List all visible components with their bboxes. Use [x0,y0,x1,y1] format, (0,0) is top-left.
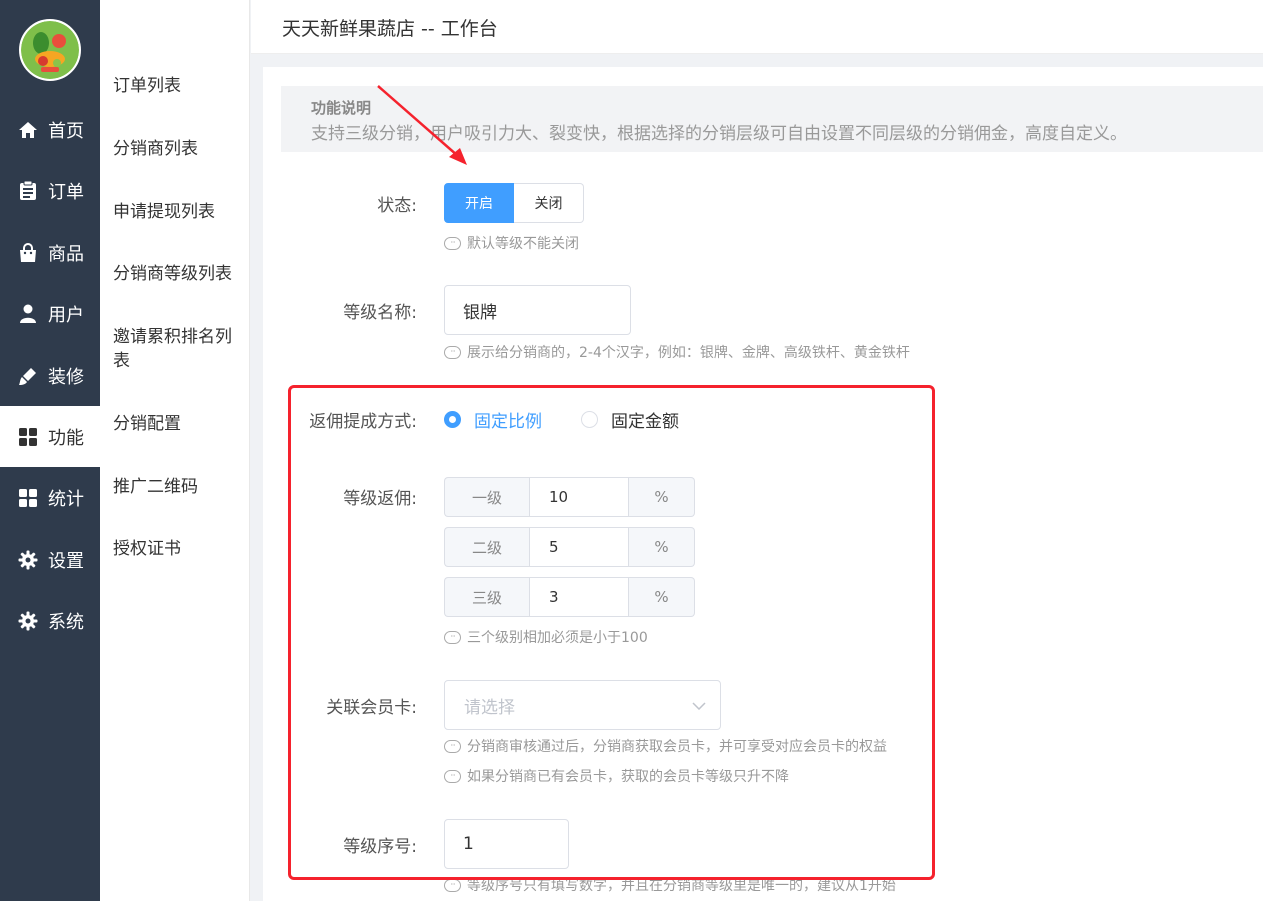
feature-description-title: 功能说明 [311,99,372,117]
level-order-label: 等级序号: [343,837,417,857]
nav-item-system[interactable]: 系统 [0,590,100,651]
status-hint: ··· 默认等级不能关闭 [444,233,579,253]
rebate-row-level-2: 二级 5 % [444,527,695,567]
commission-mode-label: 返佣提成方式: [309,412,417,432]
level-order-hint: ··· 等级序号只有填写数字，并且在分销商等级里是唯一的，建议从1开始 [444,875,896,895]
member-card-hint-1: ··· 分销商审核通过后，分销商获取会员卡，并可享受对应会员卡的权益 [444,736,887,756]
nav-label: 装修 [48,366,84,388]
level-name-hint-text: 展示给分销商的，2-4个汉字，例如：银牌、金牌、高级铁杆、黄金铁杆 [467,345,910,361]
radio-fixed-ratio-label: 固定比例 [474,412,542,432]
rebate-row-level-1: 一级 10 % [444,477,695,517]
chevron-down-icon [692,695,706,715]
comment-icon: ··· [444,739,461,753]
rebate-level-1-prefix: 一级 [444,477,529,517]
submenu-item-invite-ranking[interactable]: 邀请累积排名列表 [113,325,243,373]
rebate-hint: ··· 三个级别相加必须是小于100 [444,627,648,647]
member-card-placeholder: 请选择 [464,697,515,718]
clipboard-icon [17,180,39,202]
main-nav: 首页 订单 商品 用户 装修 功能 统计 设置 系统 [0,0,100,901]
nav-label: 统计 [48,488,84,510]
member-card-select[interactable]: 请选择 [444,680,721,730]
user-icon [17,303,39,325]
status-on-button[interactable]: 开启 [444,183,514,223]
rebate-level-2-prefix: 二级 [444,527,529,567]
submenu-item-level-list[interactable]: 分销商等级列表 [113,262,243,286]
rebate-level-3-input[interactable]: 3 [529,577,629,617]
nav-label: 用户 [48,304,84,326]
rebate-hint-text: 三个级别相加必须是小于100 [467,630,648,646]
shopping-bag-icon [17,242,39,264]
radio-dot [444,411,461,428]
nav-label: 订单 [48,181,84,203]
comment-icon: ··· [444,769,461,783]
home-icon [17,119,39,141]
submenu-item-distribution-config[interactable]: 分销配置 [113,412,243,436]
nav-item-features[interactable]: 功能 [0,406,100,467]
level-name-input[interactable]: 银牌 [444,285,631,335]
page-title: 天天新鲜果蔬店 -- 工作台 [282,18,498,40]
form-panel: 功能说明 支持三级分销，用户吸引力大、裂变快，根据选择的分销层级可自由设置不同层… [263,67,1263,901]
status-label: 状态: [377,196,417,216]
rebate-level-1-unit: % [629,477,695,517]
level-order-input[interactable]: 1 [444,819,569,869]
level-name-hint: ··· 展示给分销商的，2-4个汉字，例如：银牌、金牌、高级铁杆、黄金铁杆 [444,342,910,362]
radio-fixed-ratio[interactable]: 固定比例 [444,407,542,432]
feature-description-text: 支持三级分销，用户吸引力大、裂变快，根据选择的分销层级可自由设置不同层级的分销佣… [311,124,1127,144]
gear-icon [17,610,39,632]
radio-fixed-amount-label: 固定金额 [611,412,679,432]
member-card-label: 关联会员卡: [326,698,417,718]
status-toggle: 开启 关闭 [444,183,584,223]
rebate-level-1-input[interactable]: 10 [529,477,629,517]
nav-item-home[interactable]: 首页 [0,99,100,160]
submenu-item-qrcode[interactable]: 推广二维码 [113,475,243,499]
level-name-label: 等级名称: [343,303,417,323]
grid-icon [17,487,39,509]
member-card-hint-2: ··· 如果分销商已有会员卡，获取的会员卡等级只升不降 [444,766,789,786]
rebate-level-2-unit: % [629,527,695,567]
nav-item-orders[interactable]: 订单 [0,160,100,221]
radio-dot [581,411,598,428]
nav-item-users[interactable]: 用户 [0,283,100,344]
radio-fixed-amount[interactable]: 固定金额 [581,407,679,432]
member-card-hint-1-text: 分销商审核通过后，分销商获取会员卡，并可享受对应会员卡的权益 [467,739,887,755]
member-card-hint-2-text: 如果分销商已有会员卡，获取的会员卡等级只升不降 [467,769,789,785]
nav-label: 设置 [48,550,84,572]
feature-description: 功能说明 支持三级分销，用户吸引力大、裂变快，根据选择的分销层级可自由设置不同层… [281,86,1263,152]
level-order-hint-text: 等级序号只有填写数字，并且在分销商等级里是唯一的，建议从1开始 [467,878,896,894]
submenu-item-distributor-list[interactable]: 分销商列表 [113,137,243,161]
submenu-item-withdraw-list[interactable]: 申请提现列表 [113,200,243,224]
nav-item-decoration[interactable]: 装修 [0,345,100,406]
comment-icon: ··· [444,236,461,250]
rebate-level-2-input[interactable]: 5 [529,527,629,567]
nav-item-products[interactable]: 商品 [0,222,100,283]
nav-label: 商品 [48,243,84,265]
nav-item-statistics[interactable]: 统计 [0,467,100,528]
nav-label: 首页 [48,120,84,142]
store-logo[interactable] [19,19,81,81]
status-off-button[interactable]: 关闭 [514,183,584,223]
sub-menu: 订单列表 分销商列表 申请提现列表 分销商等级列表 邀请累积排名列表 分销配置 … [100,0,250,901]
submenu-item-license[interactable]: 授权证书 [113,537,243,561]
rebate-level-3-prefix: 三级 [444,577,529,617]
gear-icon [17,549,39,571]
comment-icon: ··· [444,878,461,892]
rebate-row-level-3: 三级 3 % [444,577,695,617]
nav-label: 功能 [48,427,84,449]
comment-icon: ··· [444,630,461,644]
top-header: 天天新鲜果蔬店 -- 工作台 [251,0,1263,54]
status-hint-text: 默认等级不能关闭 [467,236,579,252]
nav-label: 系统 [48,611,84,633]
comment-icon: ··· [444,345,461,359]
rebate-label: 等级返佣: [343,489,417,509]
brush-icon [17,365,39,387]
nav-item-settings[interactable]: 设置 [0,529,100,590]
rebate-level-3-unit: % [629,577,695,617]
submenu-item-order-list[interactable]: 订单列表 [113,74,243,98]
grid-icon [17,426,39,448]
